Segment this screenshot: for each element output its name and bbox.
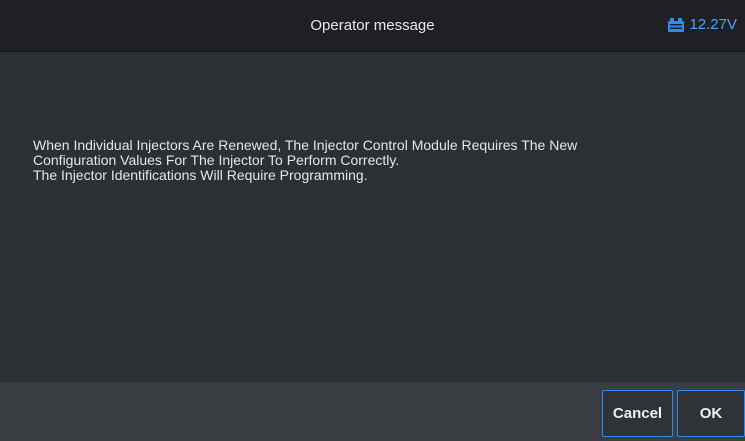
car-battery-icon [667, 17, 685, 33]
page-title: Operator message [310, 17, 435, 34]
cancel-button[interactable]: Cancel [602, 390, 673, 437]
battery-status: 12.27V [667, 16, 737, 33]
ok-button[interactable]: OK [677, 390, 745, 437]
message-area [0, 52, 745, 382]
title-bar: Operator message 12.27V [0, 0, 745, 52]
operator-message-text: When Individual Injectors Are Renewed, T… [33, 137, 578, 183]
voltage-readout: 12.27V [689, 16, 737, 33]
operator-message-screen: Operator message 12.27V When Individual … [0, 0, 745, 441]
